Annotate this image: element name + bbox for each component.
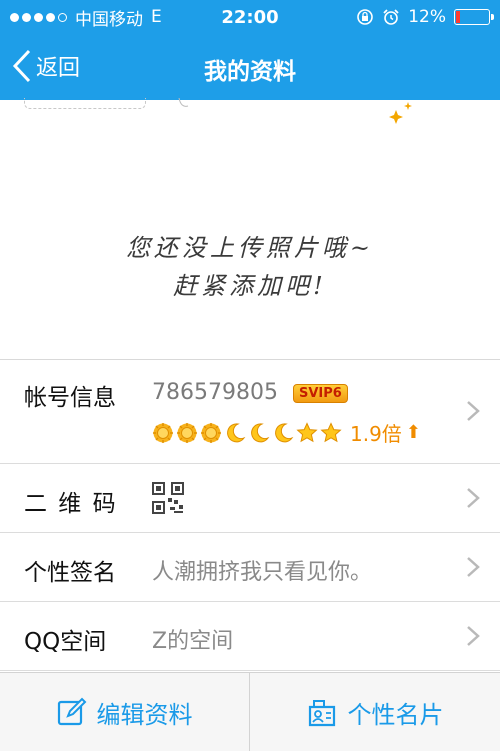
account-info-label: 帐号信息 (24, 385, 116, 411)
thread-decoration-icon (178, 98, 189, 107)
edit-profile-button[interactable]: 编辑资料 (0, 673, 250, 751)
chevron-right-icon (467, 557, 480, 577)
battery-icon (454, 9, 494, 25)
battery-percent: 12% (408, 7, 446, 27)
level-icons: 1.9倍 ⬆ (152, 418, 421, 447)
page-title: 我的资料 (204, 59, 296, 85)
nav-bar: 返回 我的资料 (0, 34, 500, 100)
personal-card-button[interactable]: 个性名片 (250, 673, 499, 751)
signature-row[interactable]: 个性签名 人潮拥挤我只看见你。 (0, 533, 500, 602)
sparkle-icon (389, 102, 412, 124)
qrcode-label: 二 维 码 (24, 491, 118, 517)
bottom-toolbar: 编辑资料 个性名片 (0, 672, 500, 751)
moon-icon (251, 422, 270, 442)
account-info-row[interactable]: 帐号信息 786579805 SVIP6 1.9倍 ⬆ (0, 360, 500, 464)
up-arrow-icon: ⬆ (405, 422, 421, 443)
upload-hint-line2: 赶紧添加吧! (173, 272, 327, 300)
moon-icon (275, 422, 294, 442)
chevron-right-icon (467, 401, 480, 421)
signature-label: 个性签名 (24, 560, 116, 586)
qzone-value: Z的空间 (152, 629, 234, 654)
upload-hint-line1: 您还没上传照片哦~ (125, 234, 375, 262)
sun-icon (153, 422, 173, 443)
qzone-label: QQ空间 (24, 629, 107, 655)
qrcode-icon (152, 482, 184, 514)
chevron-right-icon (467, 488, 480, 508)
status-bar: 中国移动 E 22:00 12% (0, 0, 500, 34)
svip-badge: SVIP6 (292, 383, 348, 403)
signature-value: 人潮拥挤我只看见你。 (152, 560, 373, 585)
sun-icon (201, 422, 221, 443)
personal-card-label: 个性名片 (347, 700, 444, 729)
qrcode-row[interactable]: 二 维 码 (0, 464, 500, 533)
status-right: 12% (356, 7, 494, 27)
photo-placeholder-frame (24, 98, 146, 109)
star-icon (296, 421, 318, 442)
rotation-lock-icon (357, 9, 374, 25)
moon-icon (227, 422, 246, 442)
account-number-line: 786579805 SVIP6 (152, 380, 348, 405)
alarm-icon (383, 9, 399, 25)
sun-icon (177, 422, 197, 443)
chevron-right-icon (467, 626, 480, 646)
star-icon (320, 421, 342, 442)
edit-icon (57, 697, 86, 726)
qzone-row[interactable]: QQ空间 Z的空间 (0, 602, 500, 671)
speed-multiplier: 1.9倍 (350, 422, 402, 446)
profile-info-list: 帐号信息 786579805 SVIP6 1.9倍 ⬆ 二 维 码 个性签名 人… (0, 359, 500, 691)
edit-profile-label: 编辑资料 (96, 700, 193, 729)
photo-area[interactable]: 您还没上传照片哦~ 赶紧添加吧! (0, 98, 500, 359)
qq-number: 786579805 (152, 380, 278, 405)
card-icon (308, 700, 335, 727)
